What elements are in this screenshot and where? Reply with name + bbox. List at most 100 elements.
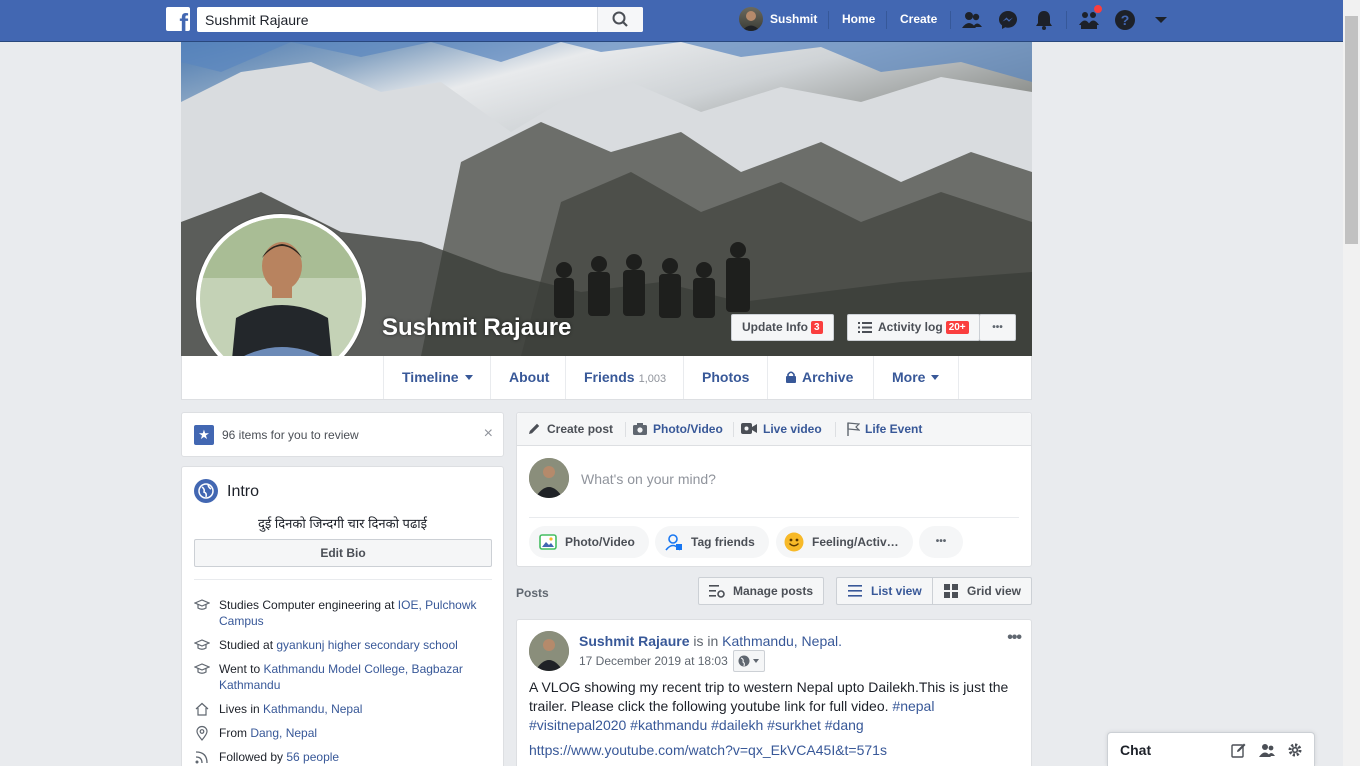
- profile-tabs-bar: Timeline About Friends 1,003 Photos Archi…: [181, 356, 1032, 400]
- profile-name[interactable]: Sushmit Rajaure: [382, 314, 571, 342]
- gear-icon[interactable]: [1287, 742, 1303, 758]
- graduation-cap-icon: [194, 599, 210, 610]
- graduation-cap-icon: [194, 639, 210, 650]
- post-is-in-text: is in: [689, 633, 723, 649]
- composer-divider: [529, 517, 1019, 518]
- review-items-card[interactable]: ★ 96 items for you to review ×: [181, 412, 504, 457]
- facebook-logo[interactable]: f: [166, 7, 190, 31]
- edit-bio-button[interactable]: Edit Bio: [194, 539, 492, 567]
- globe-icon: [738, 655, 759, 667]
- intro-item-link[interactable]: Kathmandu, Nepal: [263, 702, 362, 716]
- notifications-bell-icon[interactable]: [1033, 9, 1055, 31]
- intro-item-prefix: From: [219, 726, 251, 740]
- activity-log-button[interactable]: Activity log 20+: [847, 314, 980, 341]
- close-icon[interactable]: ×: [484, 425, 493, 443]
- caret-down-icon: [931, 375, 940, 380]
- intro-item-prefix: Went to: [219, 662, 264, 676]
- list-icon: [858, 322, 872, 333]
- feeling-activity-button[interactable]: Feeling/Activ…: [776, 526, 913, 558]
- tab-friends[interactable]: Friends 1,003: [565, 356, 684, 399]
- scrollbar[interactable]: [1343, 0, 1360, 766]
- cover-more-button[interactable]: •••: [979, 314, 1016, 341]
- tab-archive[interactable]: Archive: [767, 356, 874, 399]
- post-author-link[interactable]: Sushmit Rajaure: [579, 633, 689, 649]
- post-timestamp[interactable]: 17 December 2019 at 18:03: [579, 654, 728, 668]
- flag-icon: [847, 422, 860, 436]
- scrollbar-thumb[interactable]: [1345, 16, 1358, 244]
- tab-live-video[interactable]: Live video: [763, 422, 822, 436]
- tab-more-label: More: [892, 369, 926, 385]
- search-icon: [612, 11, 628, 27]
- nav-divider: [1066, 11, 1067, 29]
- top-navigation-bar: f Sushmit Home Create ?: [0, 0, 1343, 42]
- caret-down-icon: [464, 375, 473, 380]
- notification-badge: [1093, 4, 1103, 14]
- intro-item-went-to: Went to Kathmandu Model College, Bagbaza…: [194, 661, 494, 693]
- nav-divider: [950, 11, 951, 29]
- search-button[interactable]: [597, 7, 643, 32]
- list-view-icon: [848, 585, 862, 597]
- create-link[interactable]: Create: [900, 12, 937, 26]
- post-youtube-link[interactable]: https://www.youtube.com/watch?v=qx_EkVCA…: [529, 742, 887, 758]
- composer-more-button[interactable]: •••: [919, 526, 963, 558]
- post-options-button[interactable]: •••: [1007, 629, 1022, 647]
- intro-card: Intro दुई दिनको जिन्दगी चार दिनको पढाई E…: [181, 466, 504, 766]
- tab-life-event[interactable]: Life Event: [865, 422, 922, 436]
- list-view-button[interactable]: List view: [836, 577, 933, 605]
- manage-posts-button[interactable]: Manage posts: [698, 577, 825, 605]
- chat-bar[interactable]: Chat: [1107, 732, 1315, 766]
- list-view-label: List view: [871, 584, 922, 598]
- intro-item-prefix: Studies Computer engineering at: [219, 598, 398, 612]
- tag-friends-button[interactable]: Tag friends: [655, 526, 769, 558]
- intro-item-link[interactable]: gyankunj higher secondary school: [276, 638, 457, 652]
- intro-item-from: From Dang, Nepal: [194, 725, 494, 741]
- user-avatar[interactable]: [739, 7, 763, 31]
- messenger-icon[interactable]: [997, 9, 1019, 31]
- tab-more[interactable]: More: [873, 356, 959, 399]
- composer-tab-divider: [733, 422, 734, 437]
- account-dropdown-icon[interactable]: [1150, 9, 1172, 31]
- tab-photos-label: Photos: [702, 369, 750, 385]
- update-info-button[interactable]: Update Info 3: [731, 314, 834, 341]
- help-icon[interactable]: ?: [1114, 9, 1136, 31]
- tab-create-post[interactable]: Create post: [547, 422, 613, 436]
- tab-photo-video[interactable]: Photo/Video: [653, 422, 723, 436]
- search-input[interactable]: [197, 7, 597, 32]
- composer-tabs: Create post Photo/Video Live video Life …: [517, 413, 1031, 446]
- whats-on-your-mind-input[interactable]: [581, 469, 1011, 489]
- privacy-selector[interactable]: [733, 650, 765, 672]
- tab-friends-label: Friends: [584, 369, 635, 385]
- user-name-link[interactable]: Sushmit: [770, 12, 817, 26]
- composer-tab-divider: [625, 422, 626, 437]
- intro-item-prefix: Lives in: [219, 702, 264, 716]
- tag-friends-label: Tag friends: [691, 535, 755, 549]
- home-link[interactable]: Home: [842, 12, 875, 26]
- post-author-avatar[interactable]: [529, 631, 569, 671]
- intro-item-lives-in: Lives in Kathmandu, Nepal: [194, 701, 494, 717]
- chat-label: Chat: [1120, 742, 1152, 758]
- friends-count: 1,003: [638, 373, 667, 385]
- camera-icon: [633, 423, 647, 435]
- intro-item-link[interactable]: Dang, Nepal: [250, 726, 317, 740]
- grid-view-icon: [944, 584, 958, 598]
- post-location-link[interactable]: Kathmandu, Nepal.: [722, 633, 842, 649]
- location-pin-icon: [196, 725, 208, 741]
- intro-item-prefix: Studied at: [219, 638, 277, 652]
- activity-log-badge: 20+: [945, 321, 969, 334]
- tab-about[interactable]: About: [490, 356, 566, 399]
- photo-video-button[interactable]: Photo/Video: [529, 526, 649, 558]
- intro-item-link[interactable]: 56 people: [286, 750, 339, 764]
- grid-view-button[interactable]: Grid view: [932, 577, 1033, 605]
- new-message-icon[interactable]: [1231, 742, 1247, 758]
- tab-photos[interactable]: Photos: [683, 356, 768, 399]
- activity-log-label: Activity log: [878, 320, 943, 334]
- tab-timeline[interactable]: Timeline: [383, 356, 491, 399]
- friend-requests-icon[interactable]: [961, 9, 983, 31]
- feeling-activity-label: Feeling/Activ…: [812, 535, 899, 549]
- home-icon: [195, 702, 209, 716]
- manage-posts-label: Manage posts: [733, 584, 814, 598]
- create-group-icon[interactable]: [1259, 742, 1275, 758]
- photo-icon: [539, 534, 557, 550]
- intro-item-studied: Studied at gyankunj higher secondary sch…: [194, 637, 494, 653]
- review-items-text[interactable]: 96 items for you to review: [222, 428, 359, 442]
